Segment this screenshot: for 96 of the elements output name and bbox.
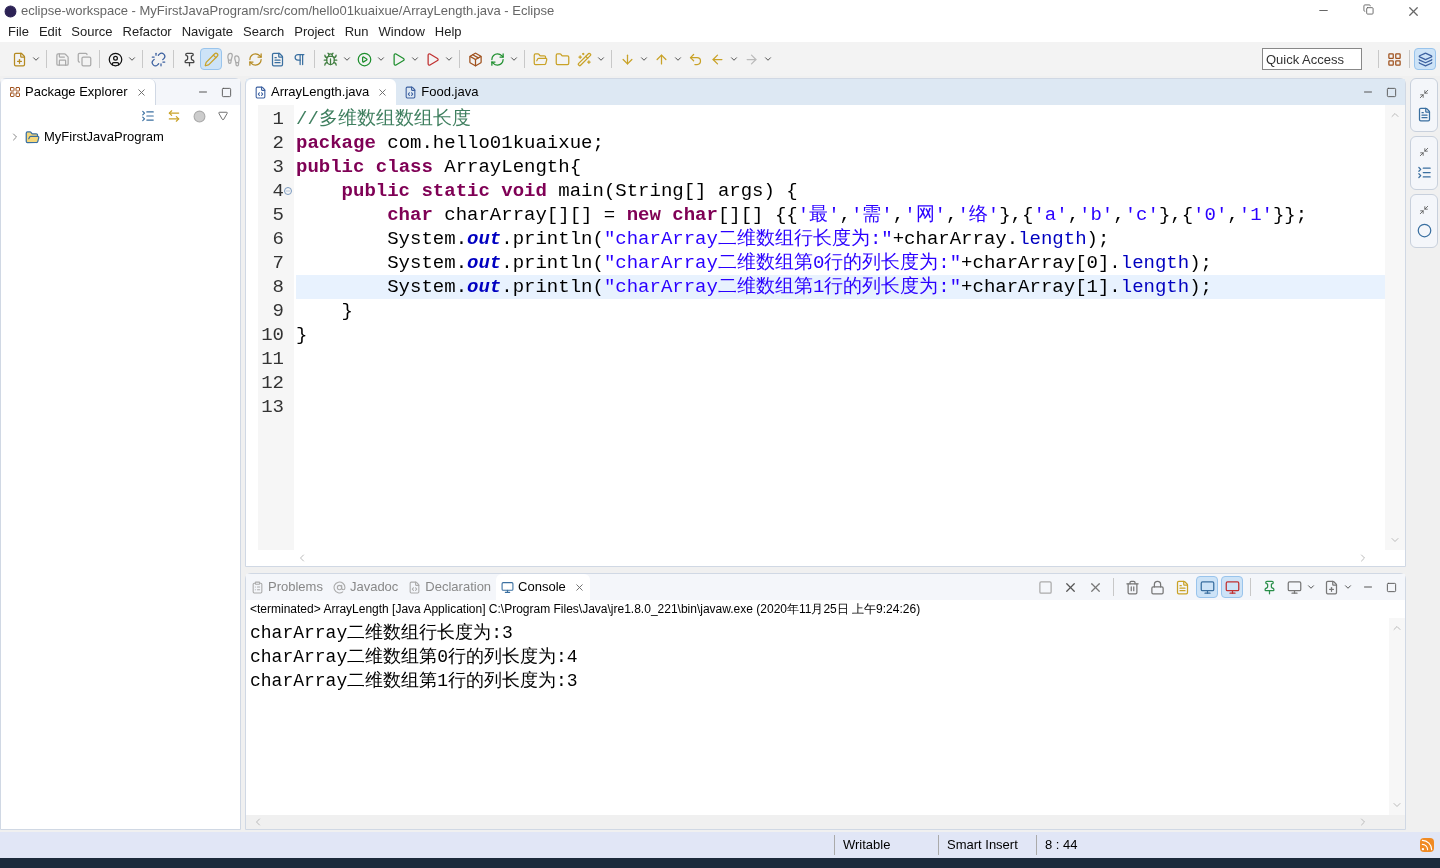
caret-icon[interactable] [763,54,773,64]
outline-list-icon[interactable] [1416,164,1432,180]
line-number: 11 [261,346,284,372]
status-insert-mode: Smart Insert [938,835,1036,855]
maximize-icon[interactable] [221,86,232,98]
restore-icon[interactable] [1419,204,1429,215]
collapse-all-icon[interactable] [141,109,155,123]
tab-label: Declaration [425,578,492,597]
line-number: 6 [272,226,284,252]
menu-item[interactable]: Window [373,22,430,42]
console-output-line: charArray二维数组第0行的列长度为:4 [250,646,579,668]
code-line: public class ArrayLength{ [296,154,582,180]
menu-item[interactable]: Help [429,22,467,42]
tab-label: Javadoc [349,578,399,597]
menu-item[interactable]: Source [66,22,118,42]
line-number: 8 [272,274,284,300]
status-position: 8 : 44 [1036,835,1128,855]
menu-item[interactable]: Project [289,22,340,42]
caret-icon[interactable] [376,54,386,64]
view-menu-icon[interactable] [218,111,228,121]
caret-icon[interactable] [342,54,352,64]
editor-tab[interactable]: Food.java [396,79,487,105]
console-status: <terminated> ArrayLength [Java Application] C:\Program Files\Java\jre1.8.0_221\bin\javaw.exe (2020年11月25日 上午9:24:26) [249,601,922,618]
outline-document-icon[interactable] [1416,106,1432,122]
java-file-icon [254,85,267,99]
show-on-error-icon[interactable] [1221,576,1243,598]
quick-access-field[interactable]: Quick Access [1262,48,1362,70]
line-number: 2 [272,130,284,156]
close-icon[interactable] [573,581,585,593]
line-number: 12 [261,370,284,396]
console-output-line: charArray二维数组第1行的列长度为:3 [250,670,579,692]
menu-item[interactable]: File [3,22,34,42]
caret-icon[interactable] [1343,582,1353,592]
view-title: Package Explorer [25,83,128,102]
menu-item[interactable]: Navigate [176,22,238,42]
line-number: 13 [261,394,284,420]
java-file-icon [404,85,418,99]
tab-label: Problems [268,578,323,597]
package-icon [9,86,21,98]
feed-icon[interactable] [1420,838,1434,852]
code-line: //多维数组数组长度 [296,106,471,132]
restore-icon[interactable] [1419,88,1429,99]
code-line: System.out.println("charArray二维数组行长度为:"+charArray.length); [386,226,1110,252]
editor-tab[interactable]: ArrayLength.java [246,79,397,105]
code-line: System.out.println("charArray二维数组第1行的列长度为:"+charArray[1].length); [386,274,1212,300]
menu-item[interactable]: Refactor [117,22,177,42]
maximize-icon[interactable] [1386,581,1397,593]
view-tab[interactable]: Console [496,574,590,600]
restore-window-icon[interactable] [1363,3,1374,15]
link-arrows-icon[interactable] [167,109,181,123]
caret-icon[interactable] [410,54,420,64]
clipboard-icon [251,580,264,594]
caret-icon[interactable] [444,54,454,64]
close-icon[interactable] [135,86,147,98]
caret-icon[interactable] [729,54,739,64]
menu-item[interactable]: Run [339,22,374,42]
eclipse-logo-icon [4,4,17,18]
menu-item[interactable]: Edit [33,22,67,42]
show-on-output-icon[interactable] [1196,576,1218,598]
caret-icon[interactable] [596,54,606,64]
caret-icon[interactable] [1306,582,1316,592]
tree-item[interactable]: MyFirstJavaProgram [44,127,164,147]
line-number: 1 [272,106,284,132]
line-number: 4 [272,178,284,204]
line-number: 7 [272,250,284,276]
project-folder-icon [25,129,40,145]
line-number: 3 [272,154,284,180]
console-output-line: charArray二维数组行长度为:3 [250,622,514,644]
maximize-icon[interactable] [1386,86,1397,98]
window-title: eclipse-workspace - MyFirstJavaProgram/src/com/hello01kuaixue/ArrayLength.java - Eclipse [21,2,556,21]
view-tab[interactable]: Package Explorer [1,79,156,105]
close-icon[interactable] [377,86,389,98]
caret-icon[interactable] [127,54,137,64]
line-number: 5 [272,202,284,228]
code-line: public static void main(String[] args) { [340,178,798,204]
document-icon [408,580,422,594]
caret-icon[interactable] [31,54,41,64]
monitor-icon [501,580,515,594]
tab-label: Food.java [421,83,479,102]
code-line: char charArray[][] = new char[][] {{'最','需','网','络'},{'a','b','c'},{'0','1'}}; [386,202,1308,228]
at-sign-icon [332,580,346,594]
restore-icon[interactable] [1419,146,1429,157]
tab-label: ArrayLength.java [271,83,370,102]
code-line: } [296,322,308,348]
caret-icon[interactable] [639,54,649,64]
tab-label: Console [518,578,566,597]
caret-icon[interactable] [509,54,519,64]
code-line: package com.hello01kuaixue; [296,130,604,156]
caret-icon[interactable] [673,54,683,64]
line-number: 10 [261,322,284,348]
code-line: System.out.println("charArray二维数组第0行的列长度为:"+charArray[0].length); [386,250,1212,276]
code-line: } [340,298,353,324]
fold-icon[interactable] [284,187,292,195]
menu-item[interactable]: Search [238,22,290,42]
line-number: 9 [272,298,284,324]
status-writable: Writable [834,835,938,855]
